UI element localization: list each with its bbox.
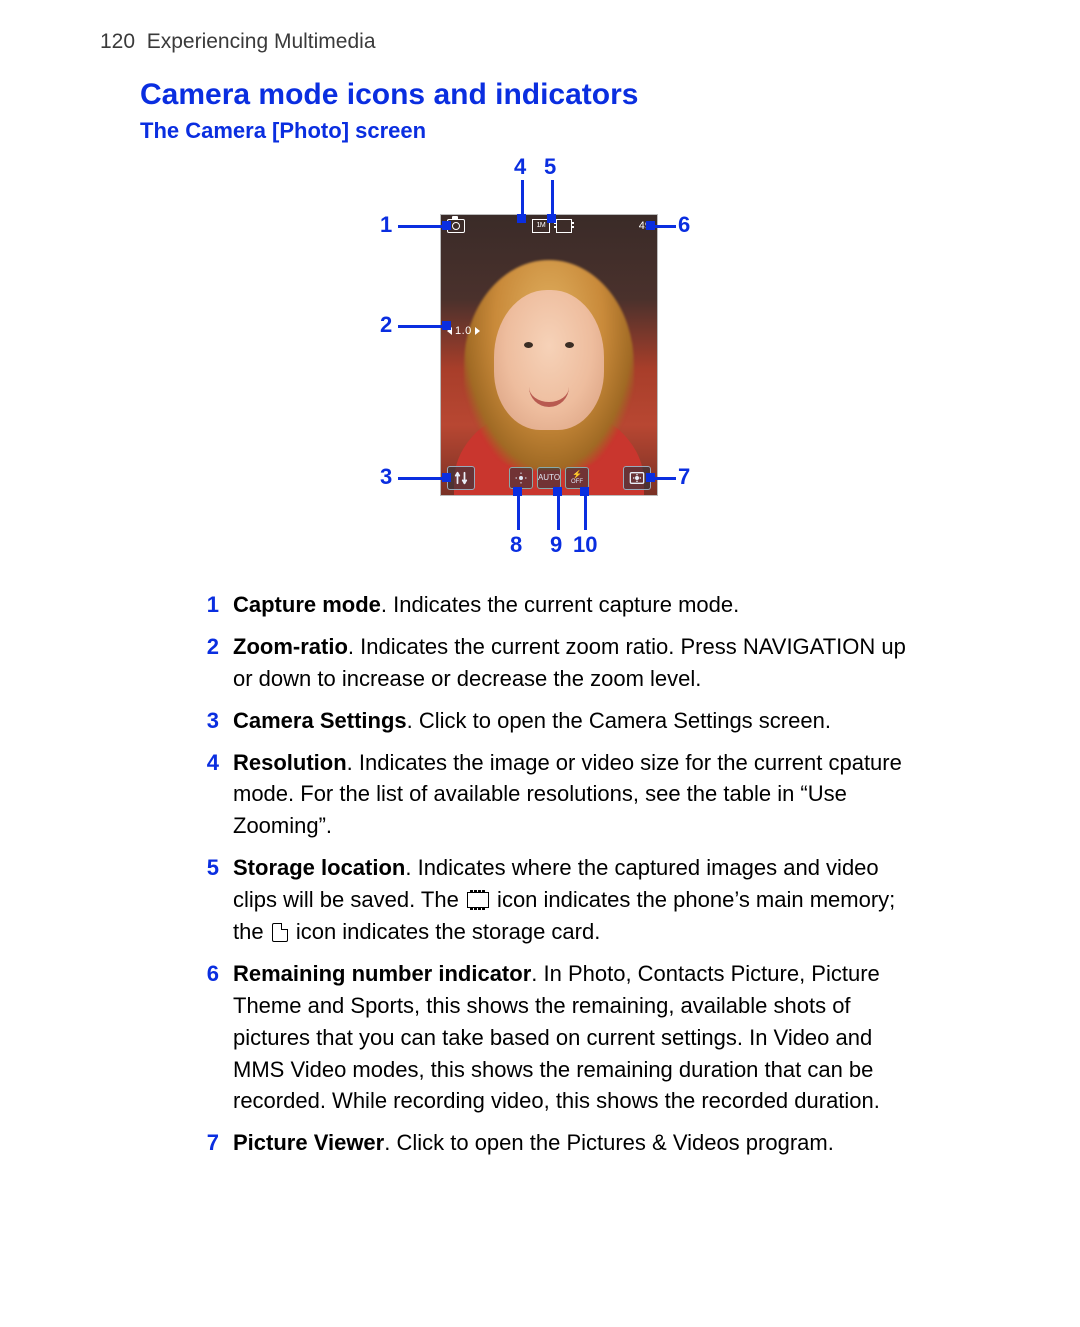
- legend-item-2: 2 Zoom-ratio. Indicates the current zoom…: [195, 631, 920, 695]
- flash-button[interactable]: ⚡OFF: [565, 467, 589, 489]
- callout-4: 4: [514, 154, 526, 180]
- callout-7: 7: [678, 464, 690, 490]
- legend-item-3: 3 Camera Settings. Click to open the Cam…: [195, 705, 920, 737]
- section-heading: Camera mode icons and indicators: [140, 78, 980, 112]
- legend-item-6: 6 Remaining number indicator. In Photo, …: [195, 958, 920, 1117]
- callout-5: 5: [544, 154, 556, 180]
- storage-card-icon: [272, 923, 288, 942]
- storage-icon: [556, 219, 572, 233]
- callout-9: 9: [550, 532, 562, 558]
- callout-10: 10: [573, 532, 597, 558]
- legend-item-7: 7 Picture Viewer. Click to open the Pict…: [195, 1127, 920, 1159]
- legend-item-5: 5 Storage location. Indicates where the …: [195, 852, 920, 948]
- page-number: 120: [100, 30, 135, 53]
- legend-item-4: 4 Resolution. Indicates the image or vid…: [195, 747, 920, 843]
- legend-item-1: 1 Capture mode. Indicates the current ca…: [195, 589, 920, 621]
- whitebalance-button[interactable]: AUTO: [537, 467, 561, 489]
- manual-page: 120 Experiencing Multimedia Camera mode …: [0, 0, 1080, 1327]
- callout-3: 3: [380, 464, 392, 490]
- camera-settings-button[interactable]: [447, 466, 475, 490]
- main-memory-icon: [467, 892, 489, 908]
- camera-screen: 1M 49 1.0: [440, 214, 658, 496]
- running-header: 120 Experiencing Multimedia: [100, 30, 980, 54]
- camera-bottombar: AUTO ⚡OFF: [441, 464, 657, 492]
- camera-diagram: 1M 49 1.0: [260, 154, 820, 569]
- zoom-value: 1.0: [455, 325, 472, 337]
- sub-heading: The Camera [Photo] screen: [140, 118, 980, 144]
- zoom-indicator: 1.0: [447, 325, 480, 337]
- brightness-button[interactable]: [509, 467, 533, 489]
- legend-list: 1 Capture mode. Indicates the current ca…: [195, 589, 920, 1159]
- callout-2: 2: [380, 312, 392, 338]
- chapter-title: Experiencing Multimedia: [147, 30, 376, 53]
- callout-6: 6: [678, 212, 690, 238]
- photo-subject: [441, 215, 657, 495]
- callout-1: 1: [380, 212, 392, 238]
- callout-8: 8: [510, 532, 522, 558]
